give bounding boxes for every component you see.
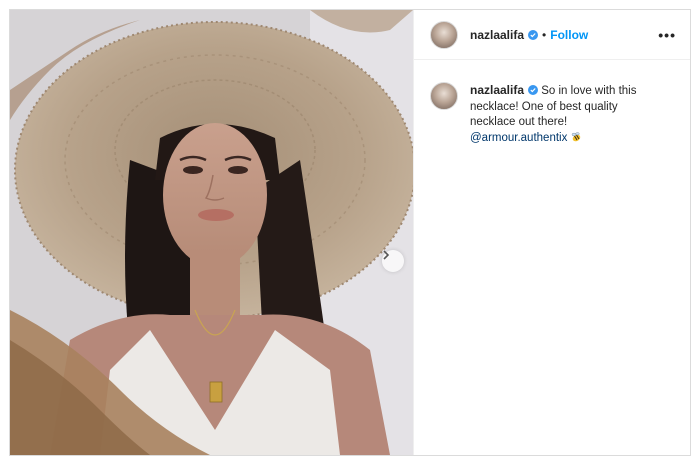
next-image-button[interactable] [382, 250, 404, 272]
separator-dot: • [542, 27, 547, 42]
verified-badge-icon [528, 85, 539, 95]
mention-link[interactable]: @armour.authentix [470, 132, 567, 144]
photo-illustration [10, 10, 413, 455]
post-header: nazlaalifa • Follow ••• [414, 10, 690, 60]
post-sidebar: nazlaalifa • Follow ••• nazlaalifa So in… [413, 10, 690, 455]
bee-emoji-icon [572, 131, 581, 141]
avatar[interactable] [430, 20, 458, 49]
instagram-post: nazlaalifa • Follow ••• nazlaalifa So in… [9, 9, 691, 456]
follow-button[interactable]: Follow [550, 28, 588, 42]
post-photo[interactable] [10, 10, 413, 455]
caption-avatar[interactable] [430, 82, 458, 110]
caption: nazlaalifa So in love with this necklace… [414, 60, 690, 146]
username-link[interactable]: nazlaalifa [470, 28, 524, 42]
verified-badge-icon [528, 29, 539, 40]
caption-username-link[interactable]: nazlaalifa [470, 83, 524, 97]
caption-text: nazlaalifa So in love with this necklace… [470, 83, 655, 146]
chevron-right-icon [383, 250, 390, 260]
more-options-icon[interactable]: ••• [658, 27, 676, 43]
